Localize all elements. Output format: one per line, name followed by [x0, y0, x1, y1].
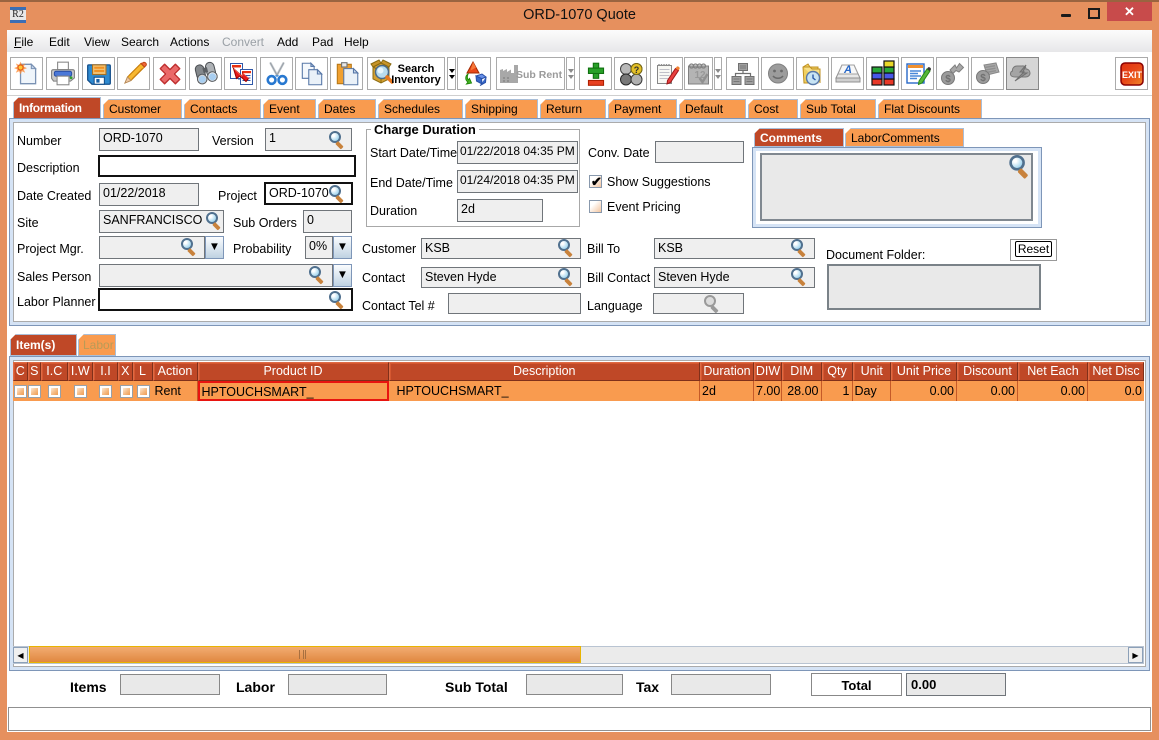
svg-text:EXIT: EXIT: [1121, 70, 1142, 80]
svg-text:A: A: [843, 64, 852, 76]
svg-text:Sub Rent: Sub Rent: [516, 69, 563, 81]
svg-text:?: ?: [633, 65, 639, 75]
svg-text:$: $: [945, 74, 951, 85]
svg-text:$: $: [980, 73, 986, 84]
svg-text:Inventory: Inventory: [391, 74, 441, 86]
